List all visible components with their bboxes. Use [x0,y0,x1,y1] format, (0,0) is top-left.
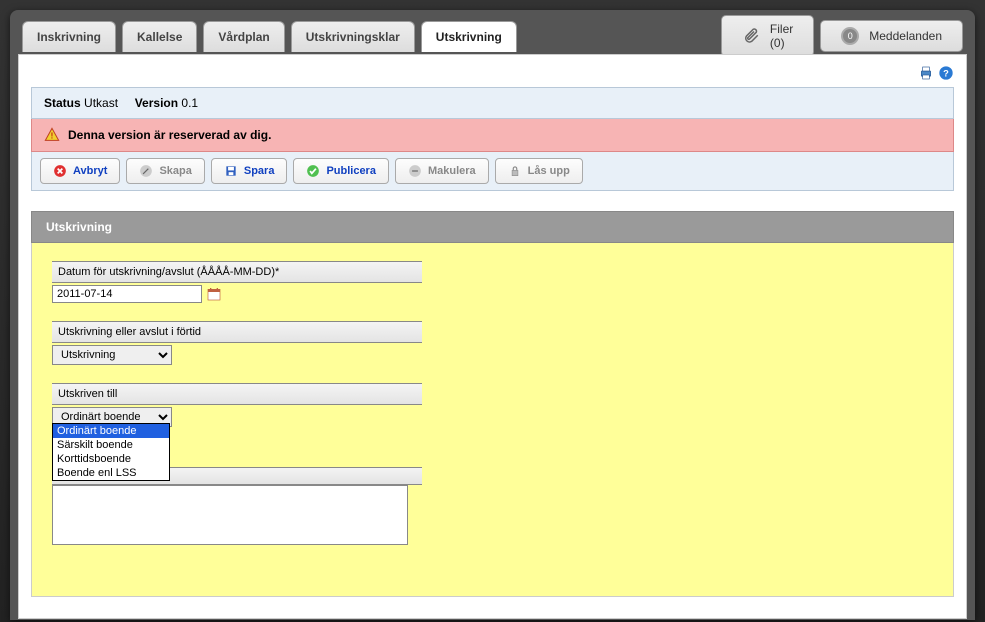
status-value: Utkast [84,96,118,110]
calendar-icon[interactable] [206,286,222,302]
filer-label: Filer (0) [770,22,793,50]
tab-kallelse[interactable]: Kallelse [122,21,197,52]
tab-utskrivningsklar[interactable]: Utskrivningsklar [291,21,415,52]
tab-inskrivning[interactable]: Inskrivning [22,21,116,52]
avslut-select[interactable]: Utskrivning [52,345,172,365]
spara-button[interactable]: Spara [211,158,288,184]
till-option-sarskilt[interactable]: Särskilt boende [53,438,169,452]
tab-vardplan[interactable]: Vårdplan [203,21,284,52]
datum-input[interactable] [52,285,202,303]
content-panel: ? Status Utkast Version 0.1 ! Denna vers… [18,54,967,619]
publicera-button[interactable]: Publicera [293,158,389,184]
datum-label: Datum för utskrivning/avslut (ÅÅÅÅ-MM-DD… [52,261,422,283]
svg-text:?: ? [943,68,949,78]
status-label: Status [44,96,81,110]
warning-icon: ! [44,127,60,143]
minus-icon [408,164,422,178]
pencil-icon [139,164,153,178]
save-icon [224,164,238,178]
avbryt-button[interactable]: Avbryt [40,158,120,184]
till-option-ordinart[interactable]: Ordinärt boende [53,424,169,438]
till-option-korttids[interactable]: Korttidsboende [53,452,169,466]
version-label: Version [135,96,178,110]
cancel-icon [53,164,67,178]
comment-textarea[interactable] [52,485,408,545]
toolbar: Avbryt Skapa Spara Publicera Makulera Lå… [31,152,954,191]
paperclip-icon [742,27,760,45]
print-icon[interactable] [918,65,934,81]
check-icon [306,164,320,178]
meddelanden-label: Meddelanden [869,29,942,43]
makulera-button[interactable]: Makulera [395,158,489,184]
filer-button[interactable]: Filer (0) [721,15,814,57]
meddelanden-badge: 0 [841,27,859,45]
tab-utskrivning[interactable]: Utskrivning [421,21,517,52]
version-value: 0.1 [181,96,198,110]
top-tab-bar: Inskrivning Kallelse Vårdplan Utskrivnin… [18,18,967,54]
section-header: Utskrivning [31,211,954,243]
avslut-label: Utskrivning eller avslut i förtid [52,321,422,343]
till-dropdown-open: Ordinärt boende Särskilt boende Korttids… [52,423,170,481]
till-option-lss[interactable]: Boende enl LSS [53,466,169,480]
skapa-button[interactable]: Skapa [126,158,204,184]
status-bar: Status Utkast Version 0.1 [31,87,954,119]
till-label: Utskriven till [52,383,422,405]
alert-bar: ! Denna version är reserverad av dig. [31,119,954,152]
form-area: Datum för utskrivning/avslut (ÅÅÅÅ-MM-DD… [31,243,954,597]
lock-icon [508,164,522,178]
alert-text: Denna version är reserverad av dig. [68,128,271,142]
svg-text:!: ! [51,131,54,140]
lasupp-button[interactable]: Lås upp [495,158,583,184]
help-icon[interactable]: ? [938,65,954,81]
meddelanden-button[interactable]: 0 Meddelanden [820,20,963,52]
